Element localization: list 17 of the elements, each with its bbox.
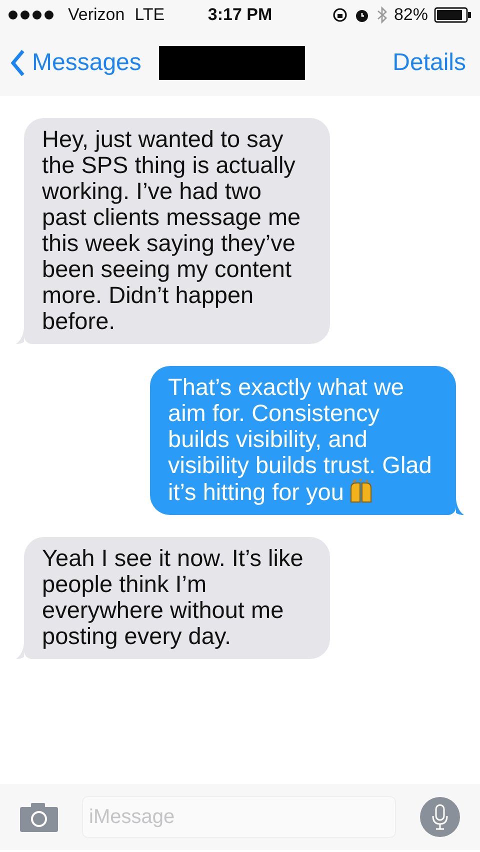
back-link[interactable]: Messages <box>10 49 142 77</box>
back-chevron-icon <box>10 49 26 77</box>
alarm-icon <box>354 7 370 23</box>
clock-time: 3:17 PM <box>208 5 272 25</box>
bubble-tail <box>16 328 24 344</box>
bubble-tail <box>456 499 464 515</box>
rotation-lock-icon <box>332 7 348 23</box>
microphone-icon <box>430 803 450 831</box>
microphone-button[interactable] <box>420 797 460 837</box>
camera-icon[interactable] <box>20 802 58 832</box>
bluetooth-icon <box>376 6 388 24</box>
battery-percent: 82% <box>394 5 428 25</box>
carrier-name: Verizon <box>68 5 125 25</box>
details-link[interactable]: Details <box>392 49 466 77</box>
bubble-tail <box>16 643 24 659</box>
network-type: LTE <box>134 5 165 25</box>
battery-icon <box>434 7 472 23</box>
